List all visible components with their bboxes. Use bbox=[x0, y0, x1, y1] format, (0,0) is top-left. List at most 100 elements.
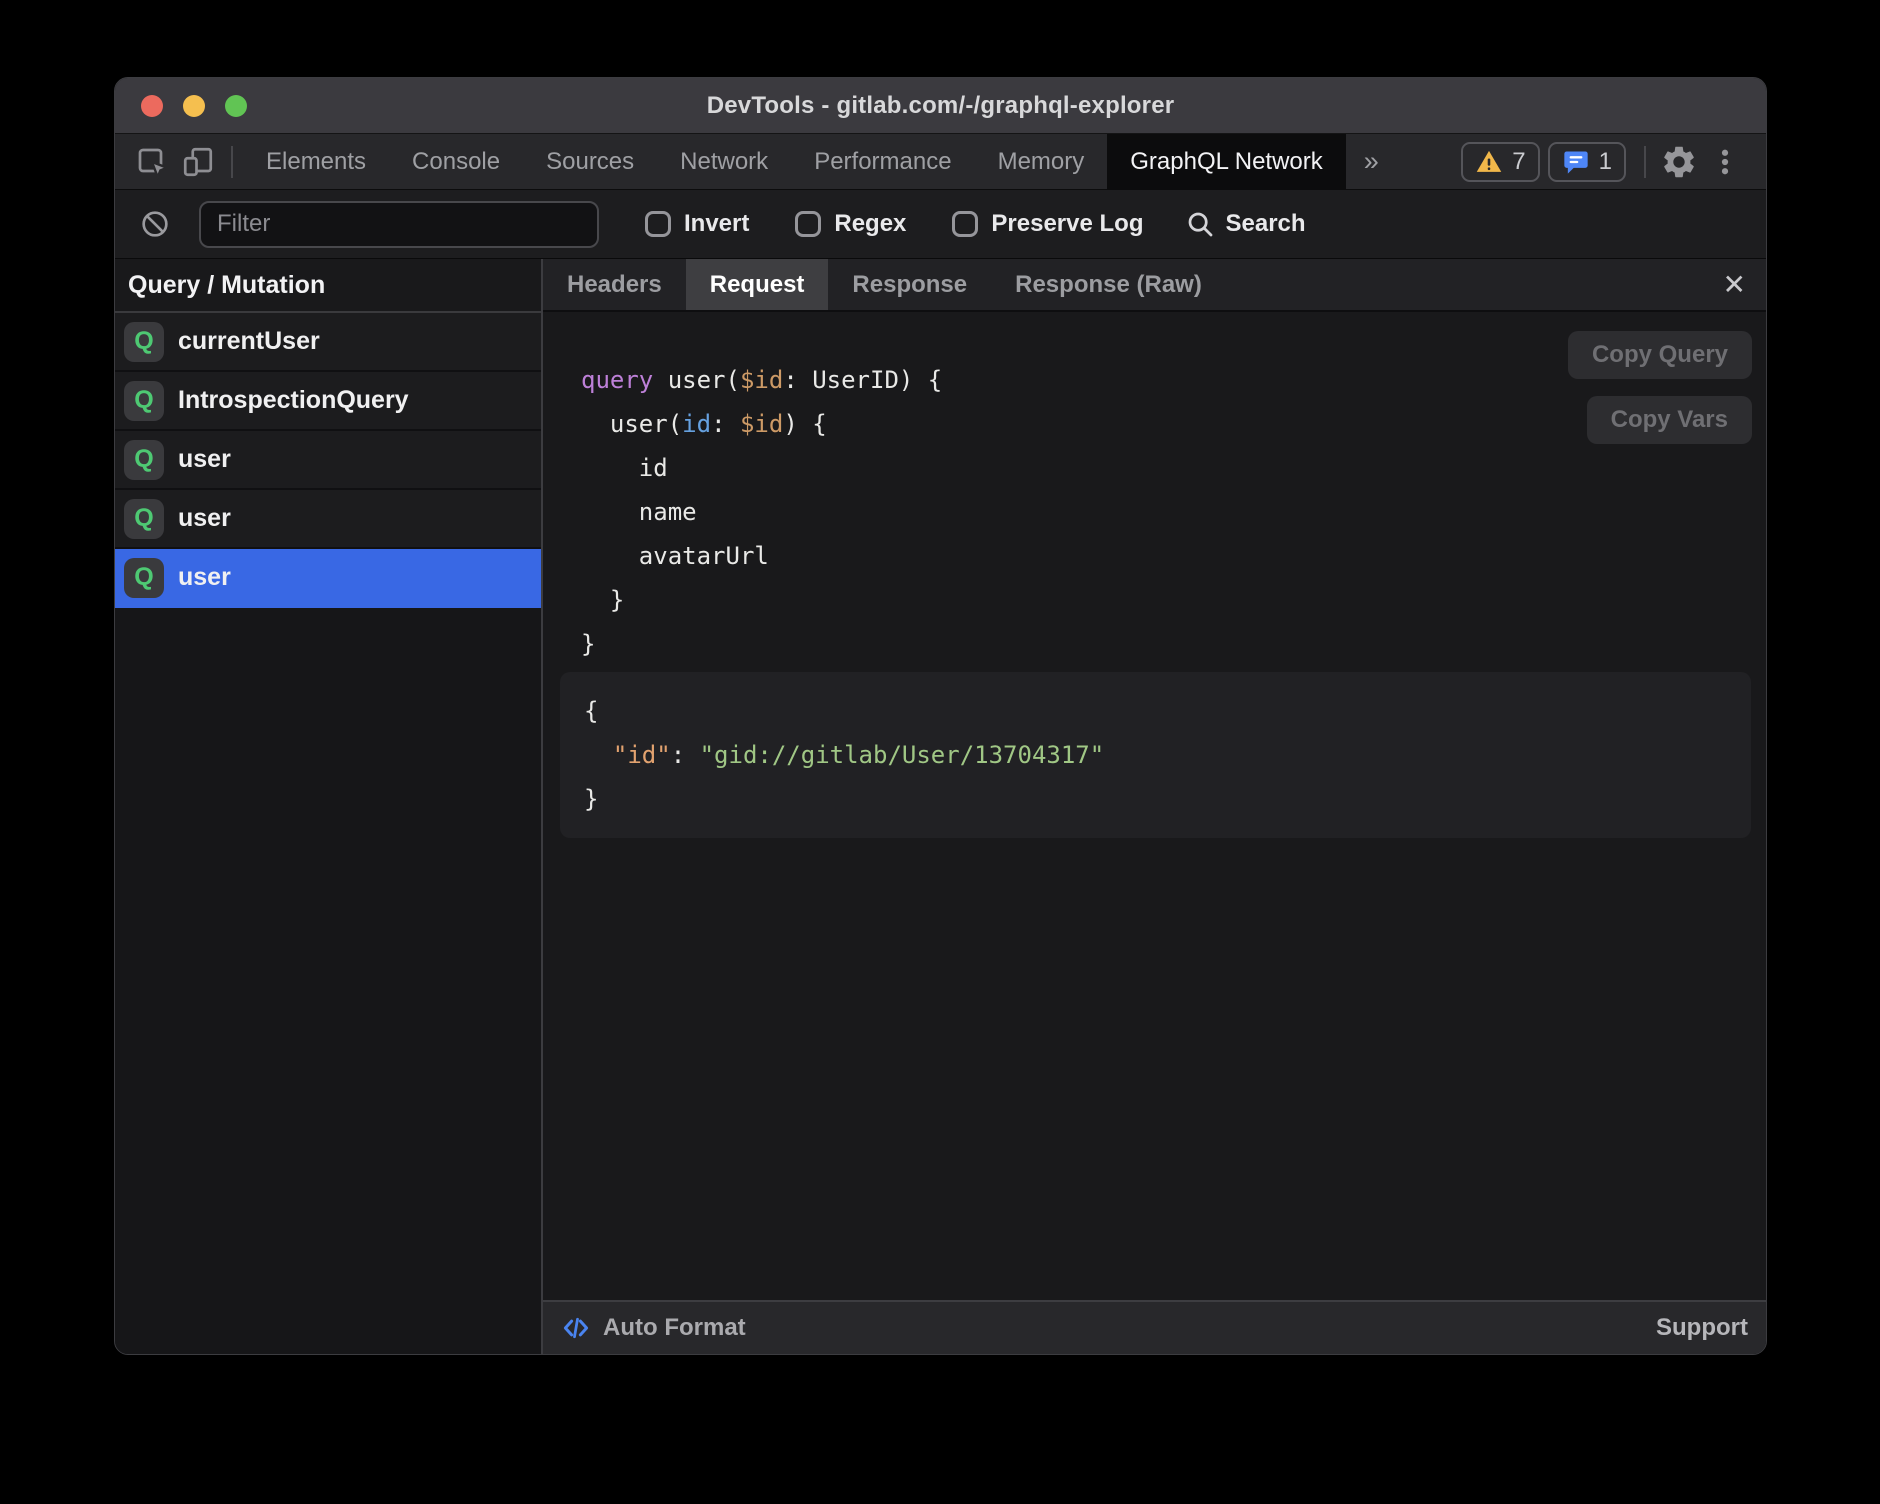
query-type-badge: Q bbox=[124, 322, 164, 362]
preserve-log-checkbox-group[interactable]: Preserve Log bbox=[952, 210, 1143, 238]
query-list-header: Query / Mutation bbox=[115, 259, 541, 313]
gear-icon bbox=[1660, 143, 1698, 181]
code-line: user(id: $id) { bbox=[581, 402, 1751, 446]
code-line: "id": "gid://gitlab/User/13704317" bbox=[584, 733, 1727, 777]
auto-format-button[interactable]: Auto Format bbox=[561, 1313, 746, 1343]
list-item-user-3-selected[interactable]: Q user bbox=[115, 549, 541, 608]
variables-json-code: { "id": "gid://gitlab/User/13704317"} bbox=[584, 689, 1727, 821]
list-item-label: currentUser bbox=[178, 327, 320, 356]
query-list-panel: Query / Mutation Q currentUser Q Introsp… bbox=[115, 259, 543, 1354]
invert-checkbox[interactable] bbox=[645, 211, 671, 237]
code-token: $id bbox=[740, 366, 783, 394]
detail-panel: Headers Request Response Response (Raw) … bbox=[543, 259, 1766, 1354]
code-token: id bbox=[682, 410, 711, 438]
copy-vars-button[interactable]: Copy Vars bbox=[1587, 396, 1752, 444]
code-token: user( bbox=[653, 366, 740, 394]
invert-checkbox-group[interactable]: Invert bbox=[645, 210, 749, 238]
device-toolbar-button[interactable] bbox=[175, 139, 221, 185]
toolbar-right: 7 1 bbox=[1461, 139, 1766, 185]
warnings-badge[interactable]: 7 bbox=[1461, 142, 1539, 182]
invert-label: Invert bbox=[684, 210, 749, 238]
tab-console[interactable]: Console bbox=[389, 134, 523, 189]
request-content: Copy Query Copy Vars query user($id: Use… bbox=[543, 312, 1766, 1300]
code-token: id bbox=[581, 454, 668, 482]
toolbar-divider bbox=[231, 146, 233, 178]
tab-sources[interactable]: Sources bbox=[523, 134, 657, 189]
window-title: DevTools - gitlab.com/-/graphql-explorer bbox=[707, 92, 1175, 120]
tab-graphql-network[interactable]: GraphQL Network bbox=[1107, 134, 1346, 189]
devtools-toolbar: Elements Console Sources Network Perform… bbox=[115, 134, 1766, 190]
list-item-label: user bbox=[178, 504, 231, 533]
minimize-window-button[interactable] bbox=[183, 95, 205, 117]
tab-elements[interactable]: Elements bbox=[243, 134, 389, 189]
inspect-icon bbox=[134, 144, 170, 180]
tab-response[interactable]: Response bbox=[828, 259, 991, 310]
search-control[interactable]: Search bbox=[1185, 209, 1305, 239]
code-token: "id" bbox=[613, 741, 671, 769]
device-toolbar-icon bbox=[180, 144, 216, 180]
code-token: } bbox=[581, 630, 595, 658]
code-token: ) { bbox=[783, 410, 826, 438]
tab-performance[interactable]: Performance bbox=[791, 134, 974, 189]
tab-network[interactable]: Network bbox=[657, 134, 791, 189]
code-token: } bbox=[584, 785, 598, 813]
close-window-button[interactable] bbox=[141, 95, 163, 117]
search-label: Search bbox=[1225, 210, 1305, 238]
filter-bar: Invert Regex Preserve Log Search bbox=[115, 190, 1766, 259]
code-token: user( bbox=[581, 410, 682, 438]
tab-request[interactable]: Request bbox=[686, 259, 829, 310]
traffic-lights bbox=[141, 78, 247, 133]
message-count: 1 bbox=[1599, 148, 1612, 176]
list-item-introspectionquery[interactable]: Q IntrospectionQuery bbox=[115, 372, 541, 431]
query-type-badge: Q bbox=[124, 440, 164, 480]
code-token: "gid://gitlab/User/13704317" bbox=[700, 741, 1105, 769]
warning-icon bbox=[1475, 148, 1503, 176]
main-area: Query / Mutation Q currentUser Q Introsp… bbox=[115, 259, 1766, 1354]
preserve-log-checkbox[interactable] bbox=[952, 211, 978, 237]
code-brackets-icon bbox=[561, 1313, 591, 1343]
tab-response-raw[interactable]: Response (Raw) bbox=[991, 259, 1226, 310]
issues-badge[interactable]: 1 bbox=[1548, 142, 1626, 182]
variables-box: { "id": "gid://gitlab/User/13704317"} bbox=[560, 672, 1751, 838]
list-item-label: IntrospectionQuery bbox=[178, 386, 409, 415]
code-token: name bbox=[581, 498, 697, 526]
filter-input[interactable] bbox=[199, 201, 599, 248]
close-detail-button[interactable]: ✕ bbox=[1723, 271, 1746, 299]
code-token: : UserID) { bbox=[783, 366, 942, 394]
tab-memory[interactable]: Memory bbox=[975, 134, 1108, 189]
code-line: } bbox=[581, 622, 1751, 666]
list-item-label: user bbox=[178, 445, 231, 474]
code-token bbox=[584, 741, 613, 769]
list-item-user-1[interactable]: Q user bbox=[115, 431, 541, 490]
kebab-menu-button[interactable] bbox=[1702, 139, 1748, 185]
block-clear-icon[interactable] bbox=[139, 208, 171, 240]
list-item-label: user bbox=[178, 563, 231, 592]
list-item-currentuser[interactable]: Q currentUser bbox=[115, 313, 541, 372]
code-line: id bbox=[581, 446, 1751, 490]
titlebar: DevTools - gitlab.com/-/graphql-explorer bbox=[115, 78, 1766, 134]
code-token: $id bbox=[740, 410, 783, 438]
preserve-log-label: Preserve Log bbox=[991, 210, 1143, 238]
code-token: : bbox=[711, 410, 740, 438]
list-item-user-2[interactable]: Q user bbox=[115, 490, 541, 549]
regex-checkbox-group[interactable]: Regex bbox=[795, 210, 906, 238]
code-line: name bbox=[581, 490, 1751, 534]
support-link[interactable]: Support bbox=[1656, 1314, 1748, 1342]
graphql-query-code: query user($id: UserID) { user(id: $id) … bbox=[581, 358, 1751, 666]
code-token: query bbox=[581, 366, 653, 394]
code-line: } bbox=[584, 777, 1727, 821]
search-icon bbox=[1185, 209, 1215, 239]
regex-label: Regex bbox=[834, 210, 906, 238]
more-tabs-button[interactable]: » bbox=[1346, 146, 1397, 177]
settings-gear-button[interactable] bbox=[1656, 139, 1702, 185]
detail-footer: Auto Format Support bbox=[543, 1300, 1766, 1354]
code-token: { bbox=[584, 697, 598, 725]
query-type-badge: Q bbox=[124, 381, 164, 421]
warning-count: 7 bbox=[1512, 148, 1525, 176]
tab-headers[interactable]: Headers bbox=[543, 259, 686, 310]
regex-checkbox[interactable] bbox=[795, 211, 821, 237]
zoom-window-button[interactable] bbox=[225, 95, 247, 117]
copy-query-button[interactable]: Copy Query bbox=[1568, 331, 1752, 379]
inspect-element-button[interactable] bbox=[129, 139, 175, 185]
devtools-window: DevTools - gitlab.com/-/graphql-explorer… bbox=[114, 77, 1767, 1355]
